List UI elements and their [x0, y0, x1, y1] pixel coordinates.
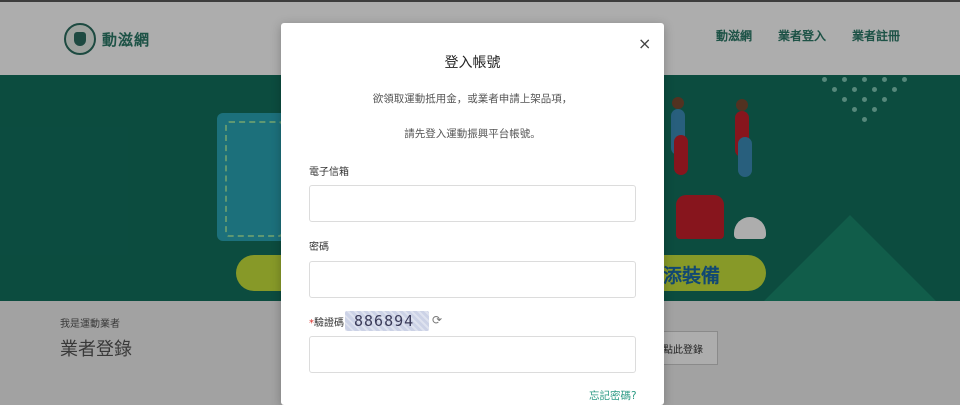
- forgot-password-link[interactable]: 忘記密碼?: [589, 388, 637, 403]
- modal-title: 登入帳號: [444, 55, 501, 71]
- close-icon[interactable]: ×: [638, 36, 651, 52]
- captcha-label-text: 驗證碼: [314, 318, 344, 329]
- captcha-label: *驗證碼: [309, 314, 344, 329]
- login-modal: × 登入帳號 欲領取運動抵用金，或業者申請上架品項， 請先登入運動振興平台帳號。…: [281, 23, 664, 405]
- email-label: 電子信箱: [309, 167, 349, 178]
- email-field[interactable]: [309, 185, 636, 222]
- captcha-field[interactable]: [309, 336, 636, 373]
- modal-description-line2: 請先登入運動振興平台帳號。: [404, 128, 541, 140]
- password-label: 密碼: [309, 242, 329, 253]
- refresh-captcha-icon[interactable]: ⟳: [432, 313, 442, 327]
- captcha-image: 886894: [345, 311, 429, 331]
- password-field[interactable]: [309, 261, 636, 298]
- modal-description-line1: 欲領取運動抵用金，或業者申請上架品項，: [372, 93, 573, 105]
